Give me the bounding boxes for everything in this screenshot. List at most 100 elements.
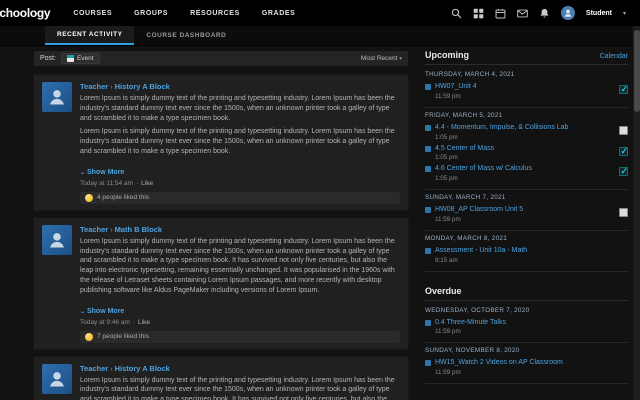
upcoming-item-link[interactable]: 4.4 - Momentum, Impulse, & Collisions La…: [435, 124, 611, 133]
post-course-link[interactable]: History A Block: [115, 364, 170, 373]
overdue-group: WEDNESDAY, OCTOBER 7, 2020 0.4 Three-Min…: [425, 303, 628, 344]
post-meta: Today at 11:54 am·Like: [80, 180, 400, 187]
dot-separator: ·: [130, 319, 138, 326]
post-course-link[interactable]: History A Block: [115, 82, 170, 91]
date-header: SUNDAY, MARCH 7, 2021: [425, 194, 628, 201]
overdue-group: SUNDAY, NOVEMBER 8, 2020 HW15_Watch 2 Vi…: [425, 343, 628, 384]
post-author-link[interactable]: Teacher: [80, 82, 108, 91]
upcoming-group: MONDAY, MARCH 8, 2021 Assessment - Unit …: [425, 231, 628, 272]
sort-dropdown[interactable]: Most Recent ▾: [361, 55, 402, 62]
nav-item-groups[interactable]: GROUPS: [125, 4, 177, 23]
primary-nav: COURSES GROUPS RESOURCES GRADES: [64, 4, 304, 23]
date-header: FRIDAY, MARCH 5, 2021: [425, 112, 628, 119]
post-author-link[interactable]: Teacher: [80, 225, 108, 234]
assignment-icon: [425, 207, 431, 213]
tab-course-dashboard[interactable]: COURSE DASHBOARD: [134, 26, 238, 45]
smiley-icon: [85, 194, 93, 202]
user-avatar[interactable]: [561, 6, 575, 20]
assignment-icon: [425, 146, 431, 152]
upcoming-header: Upcoming Calendar: [425, 50, 628, 65]
post-avatar[interactable]: [42, 82, 72, 112]
item-time: 1:05 pm: [435, 134, 611, 141]
scrollbar-thumb[interactable]: [634, 30, 640, 112]
upcoming-sidebar: Upcoming Calendar THURSDAY, MARCH 4, 202…: [425, 50, 632, 400]
nav-item-courses[interactable]: COURSES: [64, 4, 121, 23]
likes-row[interactable]: 4 people liked this: [80, 192, 400, 204]
nav-item-grades[interactable]: GRADES: [253, 4, 305, 23]
upcoming-group: SUNDAY, MARCH 7, 2021 HW08_AP Classroom …: [425, 190, 628, 231]
upcoming-item: 4.5 Center of Mass 1:05 pm: [425, 143, 628, 164]
caret-icon: ⌄: [80, 309, 85, 315]
upcoming-group: THURSDAY, MARCH 4, 2021 HW07_Unit 4 11:5…: [425, 67, 628, 108]
event-button[interactable]: Event: [61, 53, 100, 64]
complete-checkbox[interactable]: [619, 208, 628, 217]
item-time: 11:59 pm: [435, 93, 611, 100]
assignment-icon: [425, 166, 431, 172]
date-header: MONDAY, MARCH 8, 2021: [425, 235, 628, 242]
post-body: Lorem Ipsum is simply dummy text of the …: [80, 94, 400, 123]
likes-row[interactable]: 7 people liked this: [80, 331, 400, 343]
caret-icon: ⌄: [80, 170, 85, 176]
likes-count: 4 people liked this: [97, 194, 149, 201]
feed-post: Teacher›History A Block Lorem Ipsum is s…: [33, 74, 409, 211]
show-more-link[interactable]: ⌄ Show More: [80, 169, 124, 176]
upcoming-item: Assessment - Unit 10a - Math 9:15 am: [425, 245, 628, 266]
post-title: Teacher›History A Block: [80, 364, 400, 373]
upcoming-item-link[interactable]: 4.5 Center of Mass: [435, 145, 611, 154]
item-time: 11:59 pm: [435, 369, 628, 376]
post-course-link[interactable]: Math B Block: [115, 225, 163, 234]
event-button-label: Event: [77, 55, 94, 62]
overdue-item-link[interactable]: HW15_Watch 2 Videos on AP Classroom: [435, 359, 628, 368]
show-more-link[interactable]: ⌄ Show More: [80, 308, 124, 315]
assignment-icon: [425, 84, 431, 90]
post-label: Post:: [40, 55, 56, 62]
post-avatar[interactable]: [42, 364, 72, 394]
overdue-item-link[interactable]: 0.4 Three-Minute Talks: [435, 319, 628, 328]
assignment-icon: [425, 360, 431, 366]
upcoming-item-link[interactable]: Assessment - Unit 10a - Math: [435, 247, 628, 256]
assignment-icon: [425, 248, 431, 254]
user-menu[interactable]: Student: [586, 10, 612, 17]
post-body: Lorem Ipsum is simply dummy text of the …: [80, 237, 400, 296]
top-navbar: schoology COURSES GROUPS RESOURCES GRADE…: [0, 0, 640, 26]
likes-count: 7 people liked this: [97, 333, 149, 340]
sort-label: Most Recent: [361, 55, 398, 62]
brand-logo[interactable]: schoology: [0, 6, 64, 20]
tab-recent-activity[interactable]: RECENT ACTIVITY: [45, 26, 134, 45]
date-header: THURSDAY, MARCH 4, 2021: [425, 71, 628, 78]
upcoming-item-link[interactable]: HW08_AP Classroom Unit 5: [435, 206, 611, 215]
smiley-icon: [85, 333, 93, 341]
upcoming-title: Upcoming: [425, 50, 469, 60]
like-button[interactable]: Like: [141, 180, 153, 187]
assignment-icon: [425, 320, 431, 326]
bell-icon[interactable]: [539, 8, 550, 19]
post-avatar[interactable]: [42, 225, 72, 255]
mail-icon[interactable]: [517, 8, 528, 19]
post-body: Lorem Ipsum is simply dummy text of the …: [80, 376, 400, 400]
item-time: 11:59 pm: [435, 216, 611, 223]
apps-grid-icon[interactable]: [473, 8, 484, 19]
complete-checkbox[interactable]: [619, 85, 628, 94]
upcoming-item-link[interactable]: HW07_Unit 4: [435, 83, 611, 92]
post-composer-bar: Post: Event Most Recent ▾: [33, 50, 409, 67]
calendar-icon[interactable]: [495, 8, 506, 19]
main-content: Post: Event Most Recent ▾: [33, 50, 632, 400]
chevron-down-icon: ▾: [399, 56, 402, 62]
calendar-link[interactable]: Calendar: [600, 53, 628, 60]
post-author-link[interactable]: Teacher: [80, 364, 108, 373]
complete-checkbox[interactable]: [619, 167, 628, 176]
feed-post: Teacher›Math B Block Lorem Ipsum is simp…: [33, 217, 409, 350]
upcoming-item-link[interactable]: 4.6 Center of Mass w/ Calculus: [435, 165, 611, 174]
upcoming-item: 4.4 - Momentum, Impulse, & Collisions La…: [425, 122, 628, 143]
complete-checkbox[interactable]: [619, 126, 628, 135]
feed-post: Teacher›History A Block Lorem Ipsum is s…: [33, 356, 409, 400]
like-button[interactable]: Like: [138, 319, 150, 326]
search-icon[interactable]: [451, 8, 462, 19]
post-title: Teacher›History A Block: [80, 82, 400, 91]
page-scrollbar[interactable]: [632, 26, 640, 400]
complete-checkbox[interactable]: [619, 147, 628, 156]
item-time: 11:59 pm: [435, 328, 628, 335]
chevron-down-icon: ▾: [623, 10, 626, 17]
nav-item-resources[interactable]: RESOURCES: [181, 4, 249, 23]
post-timestamp: Today at 9:46 am: [80, 319, 130, 326]
